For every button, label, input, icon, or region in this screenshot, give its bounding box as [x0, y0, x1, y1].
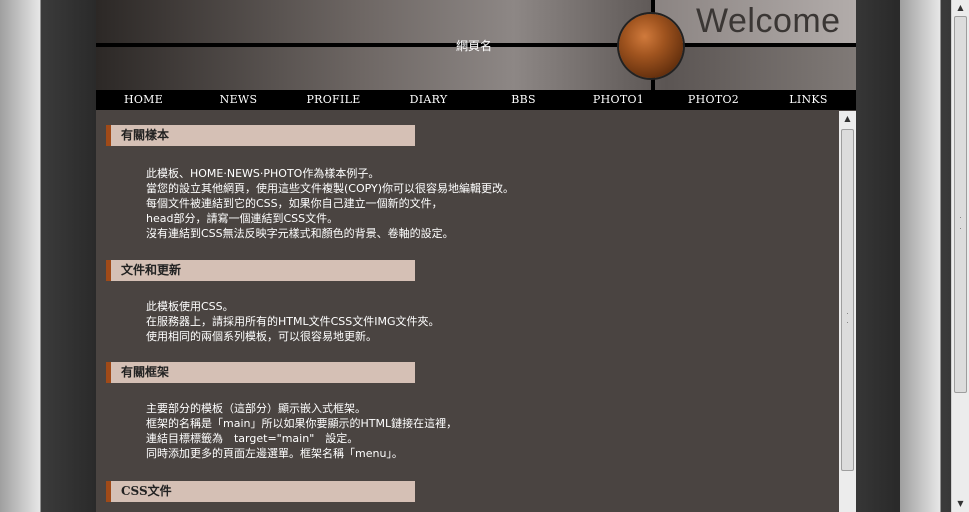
orb-logo-icon	[619, 14, 683, 78]
text-line: 在服務器上，請採用所有的HTML文件CSS文件IMG文件夾。	[146, 315, 440, 328]
section-title: 有關框架	[106, 362, 415, 383]
text-line: 主要部分的模板（這部分）顯示嵌入式框架。	[146, 402, 366, 415]
text-line: 連結目標標籤為 target="main" 設定。	[146, 432, 359, 445]
section-title: 文件和更新	[106, 260, 415, 281]
text-line: 沒有連結到CSS無法反映字元樣式和顏色的背景、卷軸的設定。	[146, 227, 454, 240]
text-line: 當您的設立其他網頁，使用這些文件複製(COPY)你可以很容易地編輯更改。	[146, 182, 515, 195]
main-content-frame: 有關樣本 此模板、HOME‧NEWS‧PHOTO作為樣本例子。 當您的設立其他網…	[96, 111, 856, 512]
nav-links[interactable]: LINKS	[761, 90, 856, 110]
section-body: 此模板使用CSS。 在服務器上，請採用所有的HTML文件CSS文件IMG文件夾。…	[146, 299, 806, 344]
text-line: 此模板、HOME‧NEWS‧PHOTO作為樣本例子。	[146, 167, 380, 180]
scrollbar-thumb[interactable]	[954, 16, 967, 393]
text-line: 使用相同的兩個系列模板，可以很容易地更新。	[146, 330, 377, 343]
text-line: 每個文件被連結到它的CSS，如果你自己建立一個新的文件，	[146, 197, 443, 210]
section-about-sample: 有關樣本 此模板、HOME‧NEWS‧PHOTO作為樣本例子。 當您的設立其他網…	[106, 125, 806, 241]
site-header: Welcome 網頁名	[96, 0, 856, 90]
section-title: CSS文件	[106, 481, 415, 502]
frame-scrollbar[interactable]: ▲	[839, 111, 856, 512]
section-about-frames: 有關框架 主要部分的模板（這部分）顯示嵌入式框架。 框架的名稱是「main」所以…	[106, 362, 806, 461]
nav-home[interactable]: HOME	[96, 90, 191, 110]
section-css-files: CSS文件	[106, 481, 806, 502]
scroll-up-arrow-icon[interactable]: ▲	[952, 0, 969, 16]
scroll-up-arrow-icon[interactable]: ▲	[839, 111, 856, 127]
grip-icon	[847, 313, 848, 323]
main-nav: HOME NEWS PROFILE DIARY BBS PHOTO1 PHOTO…	[96, 90, 856, 110]
text-line: 框架的名稱是「main」所以如果你要顯示的HTML鏈接在這裡，	[146, 417, 458, 430]
page-scrollbar[interactable]: ▲ ▼	[951, 0, 969, 512]
welcome-text: Welcome	[696, 2, 841, 40]
text-line: 此模板使用CSS。	[146, 300, 234, 313]
nav-diary[interactable]: DIARY	[381, 90, 476, 110]
text-line: head部分，請寫一個連結到CSS文件。	[146, 212, 339, 225]
section-title: 有關樣本	[106, 125, 415, 146]
nav-bbs[interactable]: BBS	[476, 90, 571, 110]
nav-profile[interactable]: PROFILE	[286, 90, 381, 110]
nav-news[interactable]: NEWS	[191, 90, 286, 110]
nav-photo1[interactable]: PHOTO1	[571, 90, 666, 110]
site-title: 網頁名	[456, 39, 493, 53]
nav-photo2[interactable]: PHOTO2	[666, 90, 761, 110]
section-body: 此模板、HOME‧NEWS‧PHOTO作為樣本例子。 當您的設立其他網頁，使用這…	[146, 166, 806, 241]
section-body: 主要部分的模板（這部分）顯示嵌入式框架。 框架的名稱是「main」所以如果你要顯…	[146, 401, 806, 461]
scrollbar-thumb[interactable]	[841, 129, 854, 471]
page-container: Welcome 網頁名 HOME NEWS PROFILE DIARY BBS …	[96, 0, 856, 512]
text-line: 同時添加更多的頁面左邊選單。框架名稱「menu」。	[146, 447, 403, 460]
grip-icon	[960, 217, 961, 229]
section-files-updates: 文件和更新 此模板使用CSS。 在服務器上，請採用所有的HTML文件CSS文件I…	[106, 260, 806, 344]
scroll-down-arrow-icon[interactable]: ▼	[952, 496, 969, 512]
